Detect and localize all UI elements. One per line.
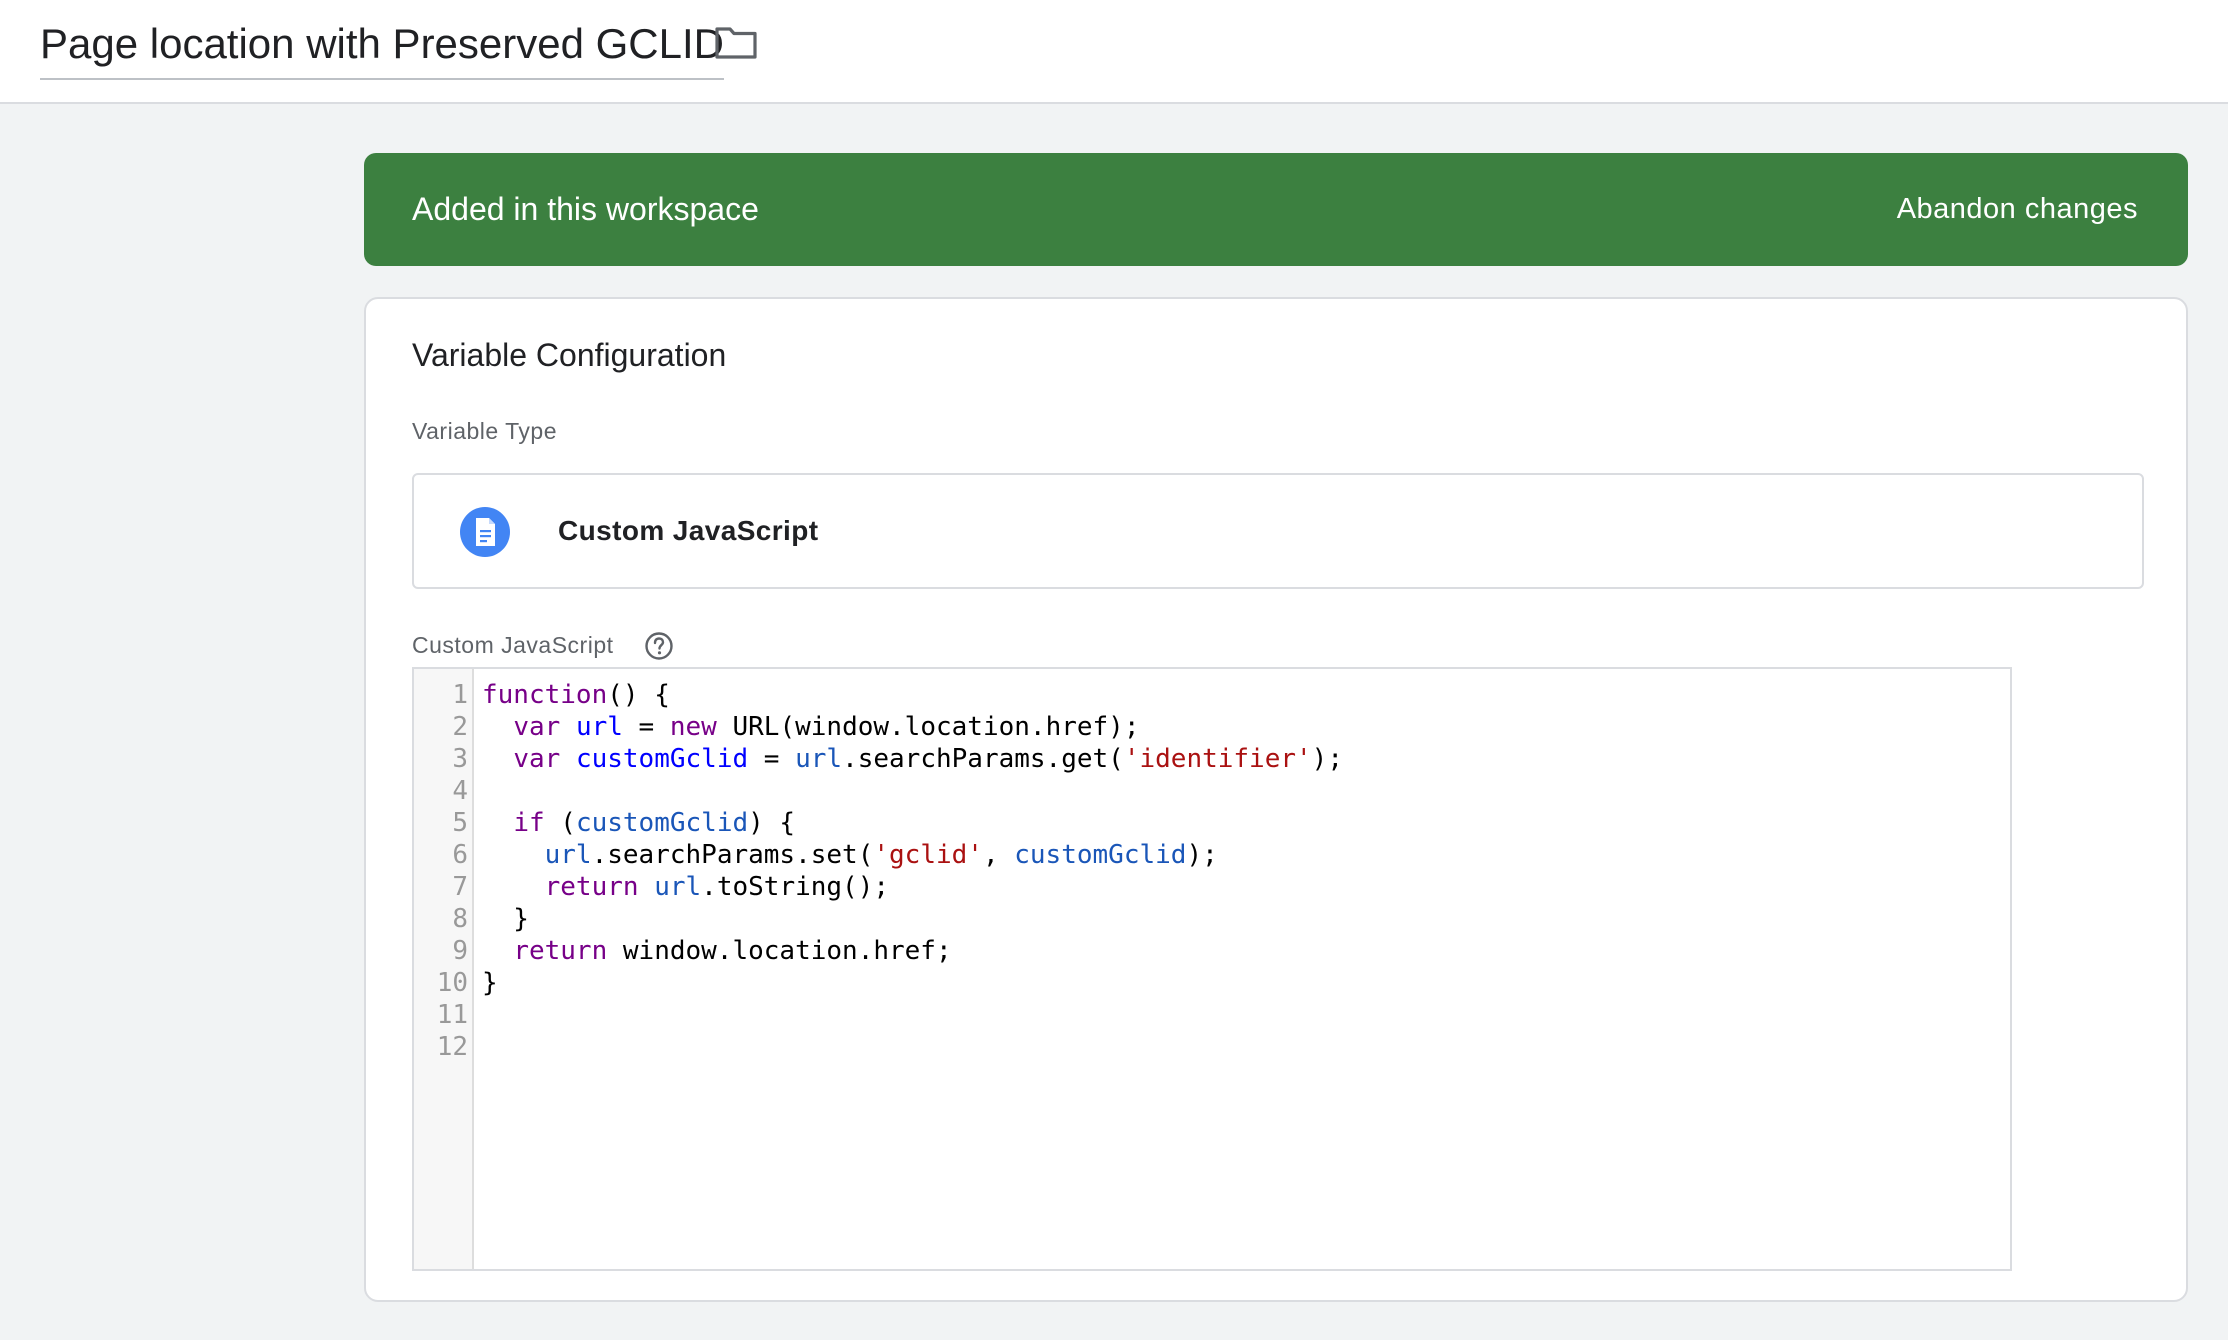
code-line: }	[482, 903, 1343, 935]
code-token: return	[544, 872, 639, 902]
workspace-status-banner: Added in this workspace Abandon changes	[364, 153, 2188, 266]
code-token: window.location.href;	[607, 936, 952, 966]
workspace-status-text: Added in this workspace	[412, 191, 759, 227]
line-number: 4	[452, 776, 468, 806]
code-token: );	[1311, 744, 1343, 774]
variable-configuration-card: Variable Configuration Variable Type Cus…	[364, 297, 2188, 1302]
line-number: 3	[452, 744, 468, 774]
code-token: }	[482, 968, 498, 998]
code-token: url	[575, 712, 623, 742]
code-token: );	[1186, 840, 1218, 870]
code-line: }	[482, 967, 1343, 999]
code-token: .toString();	[701, 872, 890, 902]
code-token: 'identifier'	[1123, 744, 1312, 774]
variable-type-selector[interactable]: Custom JavaScript	[412, 473, 2144, 589]
code-token: var	[513, 744, 561, 774]
code-token: }	[482, 904, 529, 934]
code-token: .searchParams.get(	[842, 744, 1124, 774]
code-line: return window.location.href;	[482, 935, 1343, 967]
code-token: (	[544, 808, 576, 838]
code-token: customGclid	[1014, 840, 1187, 870]
line-number: 1	[452, 680, 468, 710]
card-title: Variable Configuration	[412, 337, 727, 373]
line-number: 7	[452, 872, 468, 902]
code-token: url	[654, 872, 702, 902]
line-number: 10	[436, 968, 468, 998]
code-content[interactable]: function() { var url = new URL(window.lo…	[482, 679, 1343, 1063]
code-token: function	[482, 680, 608, 710]
code-token: url	[544, 840, 592, 870]
code-line: if (customGclid) {	[482, 807, 1343, 839]
code-token: customGclid	[575, 744, 749, 774]
line-number: 2	[452, 712, 468, 742]
variable-name-title[interactable]: Page location with Preserved GCLID	[40, 18, 724, 80]
code-line: var url = new URL(window.location.href);	[482, 711, 1343, 743]
variable-type-label: Variable Type	[412, 418, 558, 444]
line-number: 9	[452, 936, 468, 966]
code-token: 'gclid'	[873, 840, 983, 870]
custom-javascript-label: Custom JavaScript	[412, 632, 614, 658]
line-number: 12	[436, 1032, 468, 1062]
code-line: url.searchParams.set('gclid', customGcli…	[482, 839, 1343, 871]
line-number-gutter: 1 2 3 4 5 6 7 8 9 10 11 12	[414, 669, 474, 1269]
variable-type-name: Custom JavaScript	[558, 515, 819, 546]
abandon-changes-button[interactable]: Abandon changes	[1897, 153, 2138, 266]
code-token: =	[748, 744, 796, 774]
code-line: var customGclid = url.searchParams.get('…	[482, 743, 1343, 775]
code-token: =	[622, 712, 670, 742]
code-token: .searchParams.set(	[591, 840, 874, 870]
line-number: 8	[452, 904, 468, 934]
line-number: 6	[452, 840, 468, 870]
page-header: Page location with Preserved GCLID	[0, 0, 2228, 104]
code-token: new	[669, 712, 717, 742]
document-icon	[460, 507, 510, 557]
code-line: return url.toString();	[482, 871, 1343, 903]
code-token: customGclid	[575, 808, 749, 838]
code-token: return	[513, 936, 608, 966]
folder-icon[interactable]	[714, 24, 758, 60]
code-token: URL(window.location.href);	[716, 712, 1140, 742]
code-token: var	[513, 712, 561, 742]
code-line: function() {	[482, 679, 1343, 711]
code-editor[interactable]: 1 2 3 4 5 6 7 8 9 10 11 12 function() { var url = n…	[412, 667, 2012, 1271]
line-number: 11	[436, 1000, 468, 1030]
line-numbers: 1 2 3 4 5 6 7 8 9 10 11 12	[414, 679, 468, 1063]
code-token: if	[513, 808, 545, 838]
code-token: url	[795, 744, 843, 774]
help-icon[interactable]	[644, 631, 674, 661]
line-number: 5	[452, 808, 468, 838]
code-token: ,	[982, 840, 1015, 870]
code-token: () {	[607, 680, 670, 710]
code-token: ) {	[748, 808, 796, 838]
